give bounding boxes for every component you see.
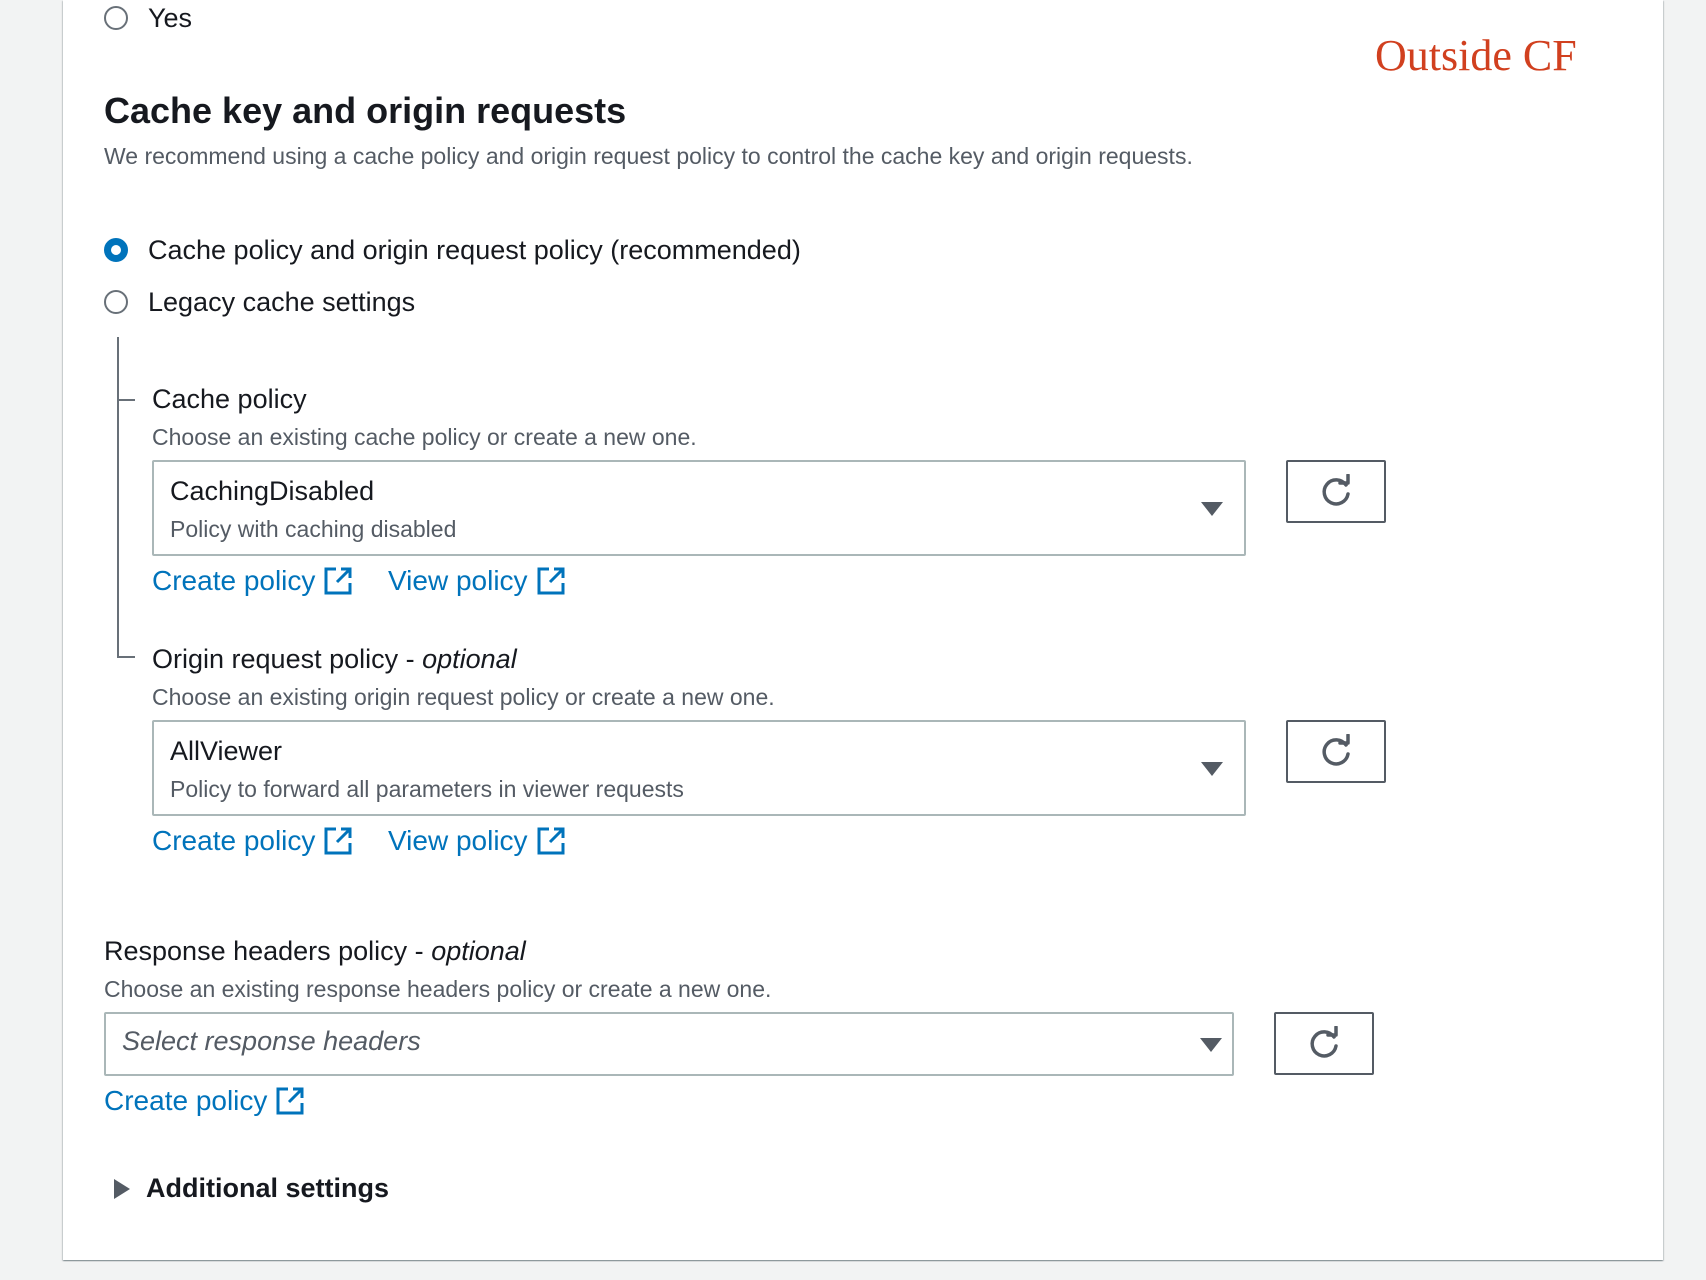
origin-request-policy-label-text: Origin request policy -: [152, 644, 423, 674]
caret-right-icon: [114, 1178, 130, 1199]
additional-settings-label: Additional settings: [146, 1173, 389, 1203]
section-description: We recommend using a cache policy and or…: [104, 143, 1193, 169]
response-headers-policy-label: Response headers policy - optional: [104, 936, 526, 967]
refresh-icon: [1310, 1025, 1338, 1058]
cache-policy-select[interactable]: CachingDisabled Policy with caching disa…: [152, 460, 1246, 556]
tree-line-vertical: [117, 337, 119, 657]
radio-legacy-cache-label[interactable]: Legacy cache settings: [148, 287, 415, 318]
caret-down-icon: [1201, 762, 1223, 776]
response-headers-refresh-button[interactable]: [1274, 1012, 1374, 1075]
radio-legacy-cache[interactable]: [104, 290, 128, 314]
origin-request-policy-label: Origin request policy - optional: [152, 644, 517, 675]
origin-request-policy-description: Choose an existing origin request policy…: [152, 684, 775, 710]
cache-policy-selected-description: Policy with caching disabled: [170, 516, 457, 542]
cache-view-policy-label: View policy: [388, 565, 528, 596]
radio-yes-label: Yes: [148, 3, 193, 33]
origin-request-policy-selected-value: AllViewer: [170, 736, 283, 766]
origin-create-policy-link[interactable]: Create policy: [152, 825, 353, 857]
response-create-policy-label: Create policy: [104, 1085, 268, 1116]
external-link-icon: [537, 567, 565, 595]
origin-request-policy-selected-description: Policy to forward all parameters in view…: [170, 776, 684, 802]
refresh-icon: [1322, 733, 1350, 766]
response-headers-policy-description: Choose an existing response headers poli…: [104, 976, 772, 1002]
origin-request-policy-optional: optional: [422, 644, 517, 674]
caret-down-icon: [1200, 1038, 1222, 1052]
annotation-text: Outside CF: [1375, 31, 1577, 80]
radio-cache-policy-recommended-label[interactable]: Cache policy and origin request policy (…: [148, 235, 801, 266]
tree-line-branch-cache: [117, 399, 135, 401]
origin-view-policy-link[interactable]: View policy: [388, 825, 566, 857]
external-link-icon: [276, 1087, 304, 1115]
origin-create-policy-label: Create policy: [152, 825, 316, 856]
response-headers-policy-label-text: Response headers policy -: [104, 936, 432, 966]
origin-request-policy-refresh-button[interactable]: [1286, 720, 1386, 783]
settings-panel: Yes Cache key and origin requests We rec…: [63, 0, 1663, 1260]
section-title: Cache key and origin requests: [104, 90, 627, 131]
caret-down-icon: [1201, 502, 1223, 516]
cache-policy-label: Cache policy: [152, 384, 307, 414]
external-link-icon: [324, 567, 352, 595]
cache-view-policy-link[interactable]: View policy: [388, 565, 566, 597]
refresh-icon: [1322, 473, 1350, 506]
origin-view-policy-label: View policy: [388, 825, 528, 856]
radio-yes[interactable]: [104, 6, 128, 30]
response-headers-policy-optional: optional: [431, 936, 526, 966]
external-link-icon: [324, 827, 352, 855]
response-create-policy-link[interactable]: Create policy: [104, 1085, 305, 1117]
response-headers-placeholder: Select response headers: [122, 1026, 421, 1056]
cache-policy-description: Choose an existing cache policy or creat…: [152, 424, 697, 450]
external-link-icon: [537, 827, 565, 855]
cache-create-policy-link[interactable]: Create policy: [152, 565, 353, 597]
tree-line-branch-origin: [117, 656, 135, 658]
cache-policy-selected-value: CachingDisabled: [170, 476, 375, 506]
response-headers-policy-select[interactable]: Select response headers: [104, 1012, 1234, 1076]
cache-create-policy-label: Create policy: [152, 565, 316, 596]
radio-cache-policy-recommended[interactable]: [104, 238, 128, 262]
origin-request-policy-select[interactable]: AllViewer Policy to forward all paramete…: [152, 720, 1246, 816]
cache-policy-refresh-button[interactable]: [1286, 460, 1386, 523]
additional-settings-expander[interactable]: Additional settings: [114, 1173, 389, 1204]
